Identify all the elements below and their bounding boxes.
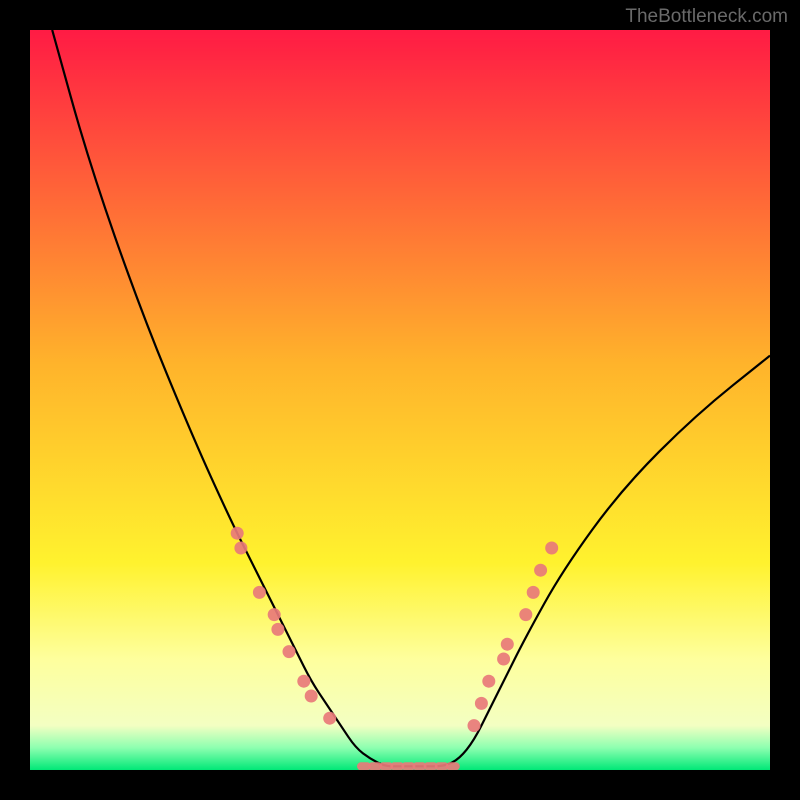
data-marker <box>534 564 547 577</box>
chart-svg <box>30 30 770 770</box>
data-marker <box>297 675 310 688</box>
data-marker <box>527 586 540 599</box>
data-marker <box>234 542 247 555</box>
data-marker <box>497 653 510 666</box>
data-marker <box>268 608 281 621</box>
data-marker <box>231 527 244 540</box>
markers-valley-group <box>357 762 460 770</box>
data-marker <box>519 608 532 621</box>
data-marker <box>446 762 460 770</box>
data-marker <box>253 586 266 599</box>
data-marker <box>323 712 336 725</box>
data-marker <box>271 623 284 636</box>
data-marker <box>468 719 481 732</box>
data-marker <box>475 697 488 710</box>
data-marker <box>283 645 296 658</box>
chart-frame <box>30 30 770 770</box>
data-marker <box>545 542 558 555</box>
data-marker <box>482 675 495 688</box>
data-marker <box>501 638 514 651</box>
data-marker <box>305 690 318 703</box>
watermark-text: TheBottleneck.com <box>625 6 788 28</box>
gradient-rect <box>30 30 770 770</box>
